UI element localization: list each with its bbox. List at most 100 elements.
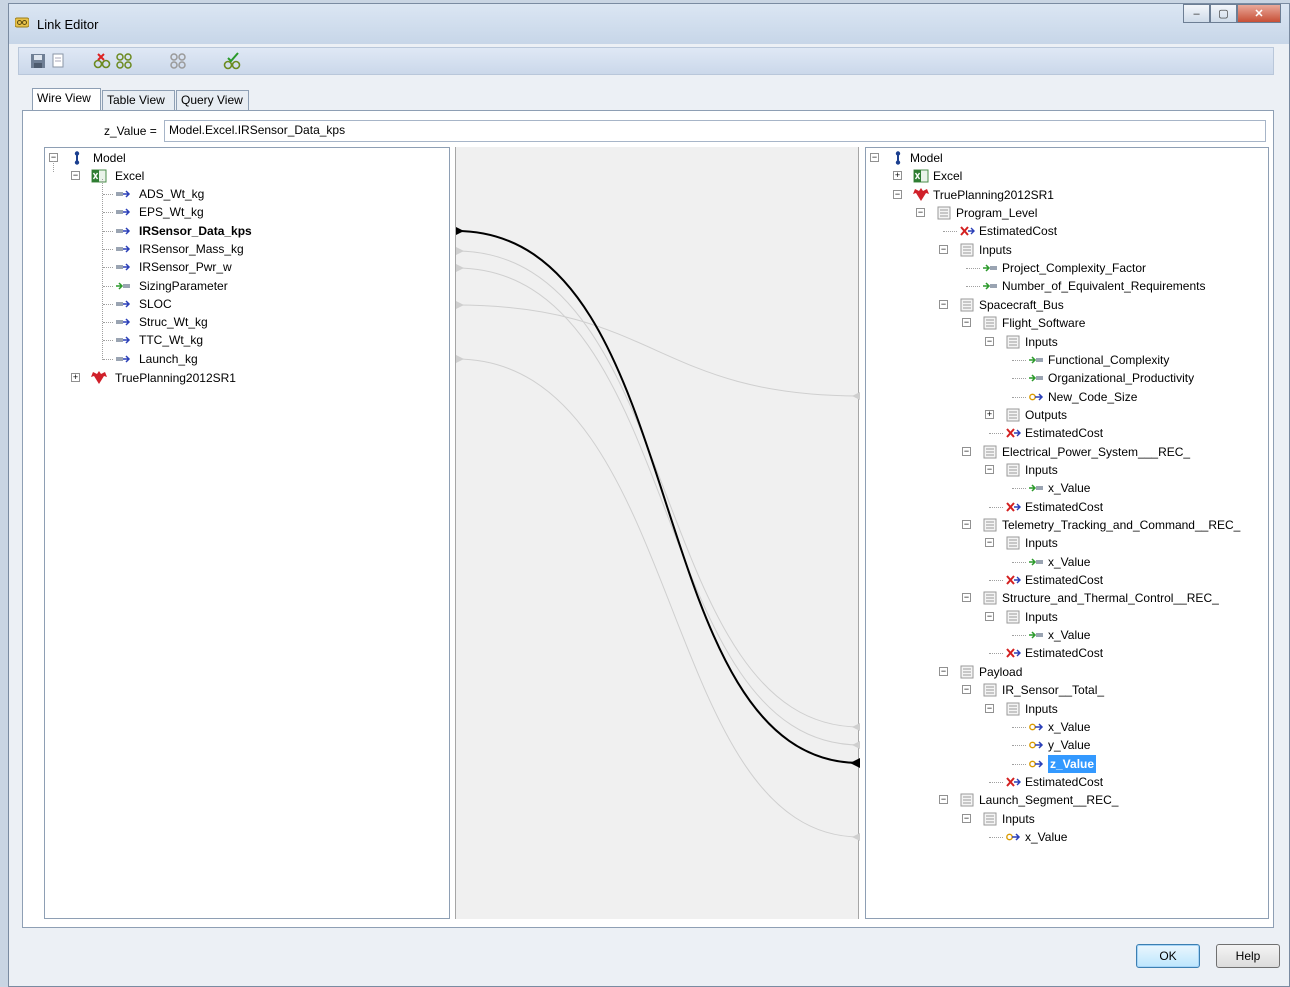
tree-label: Organizational_Productivity [1048,371,1195,386]
collapse-icon[interactable]: − [870,153,879,162]
tree-label: Payload [979,664,1023,679]
link-editor-app-icon [15,17,29,28]
source-tree-pane[interactable]: − Model − Excel ADS_Wt_kg EPS_Wt_kg IRSens… [44,147,450,919]
collapse-icon[interactable]: − [985,336,994,346]
tree-guide [103,340,113,342]
tab-wire-view[interactable]: Wire View [32,88,101,111]
collapse-icon[interactable]: − [939,299,948,309]
tree-label: Telemetry_Tracking_and_Command__REC_ [1002,518,1241,532]
tree-guide [989,506,1003,508]
collapse-icon[interactable]: − [962,813,971,823]
help-button[interactable]: Help [1216,944,1280,968]
tree-label-excel: Excel [115,169,145,183]
input-link-icon [1028,555,1044,569]
tree-label: Electrical_Power_System___REC_ [1002,444,1191,459]
tab-table-view[interactable]: Table View [102,90,175,110]
expand-icon[interactable]: + [71,373,80,382]
collapse-icon[interactable]: − [939,795,948,805]
ok-button[interactable]: OK [1136,944,1200,968]
tree-label: x_Value [1048,719,1091,734]
tree-label: EstimatedCost [1025,646,1104,661]
collapse-icon[interactable]: − [985,703,994,713]
folder-icon [936,206,952,220]
collapse-icon[interactable]: − [985,538,994,548]
collapse-icon[interactable]: − [962,685,971,695]
collapse-icon[interactable]: − [916,208,925,218]
tree-label: Inputs [1002,811,1035,826]
toolbar [18,47,1274,75]
copy-icon[interactable] [49,52,67,70]
tree-label: ADS_Wt_kg [139,187,205,201]
output-link-icon [115,333,131,347]
formula-input[interactable]: Model.Excel.IRSensor_Data_kps [164,120,1266,142]
tree-guide [103,212,113,214]
tree-label: Outputs [1025,407,1068,422]
output-link-icon [115,297,131,311]
tree-guide [103,322,113,324]
tree-label: IR_Sensor__Total_ [1002,683,1105,698]
wire-endpoint [456,355,464,363]
collapse-icon[interactable]: − [893,189,902,199]
tree-label: TTC_Wt_kg [139,333,204,348]
input-link-icon [982,261,998,275]
collapse-icon[interactable]: − [962,318,971,328]
input-link-icon [1028,628,1044,642]
tree-label: EstimatedCost [1025,573,1104,588]
tree-guide [989,433,1003,435]
close-button[interactable]: ✕ [1237,4,1281,23]
collapse-icon[interactable]: − [962,446,971,456]
tree-label-selected: z_Value [1048,754,1097,773]
formula-label: z_Value = [104,124,157,138]
expand-icon[interactable]: + [893,171,902,181]
tree-label: EstimatedCost [1025,774,1104,789]
tree-guide [102,179,103,360]
collapse-icon[interactable]: − [939,666,948,676]
tree-guide [1012,488,1026,490]
collapse-icon[interactable]: − [962,520,971,529]
window-controls: – ▢ ✕ [1183,4,1281,24]
collapse-icon[interactable]: − [962,593,971,603]
tree-label: IRSensor_Mass_kg [139,241,244,256]
link-pair-icon[interactable] [115,52,133,70]
tree-label: Program_Level [956,206,1038,221]
wire-canvas[interactable] [455,147,860,919]
wire-link [456,267,860,746]
collapse-icon[interactable]: − [939,244,948,254]
unlink-icon[interactable] [93,52,111,70]
wire-endpoint [852,392,860,400]
collapse-icon[interactable]: − [985,611,994,621]
tree-label: Inputs [1025,462,1058,477]
output-link-icon [115,352,131,366]
collapse-icon[interactable]: − [985,464,994,474]
tree-label-trueplanning: TruePlanning2012SR1 [115,371,236,385]
minimize-button[interactable]: – [1183,4,1210,23]
output-link-icon [115,224,131,238]
maximize-button[interactable]: ▢ [1210,4,1237,23]
tree-label-model: Model [93,151,126,165]
wire-endpoint [852,741,860,749]
estimated-cost-icon [1005,775,1021,789]
tree-label: Inputs [1025,701,1058,716]
estimated-cost-icon [959,224,975,238]
tree-label: Inputs [1025,536,1058,551]
save-icon[interactable] [29,52,47,70]
collapse-icon[interactable]: − [71,171,80,180]
wire-link-selected [456,230,860,764]
tree-label: Struc_Wt_kg [139,315,208,330]
expand-icon[interactable]: + [985,409,994,419]
title-bar[interactable]: Link Editor – ▢ ✕ [9,4,1289,44]
link-check-icon[interactable] [223,52,241,70]
wire-endpoint [456,227,464,235]
tree-label: EPS_Wt_kg [139,205,204,220]
tree-label: y_Value [1048,738,1091,753]
tab-query-view[interactable]: Query View [176,90,249,110]
tree-label: Inputs [979,242,1012,257]
folder-icon [982,683,998,697]
tree-label: x_Value [1048,554,1091,569]
target-tree-pane[interactable]: − Model + Excel − TruePlanning2012SR1− Program… [865,147,1269,919]
link-all-icon[interactable] [169,52,187,70]
estimated-cost-icon [1005,500,1021,514]
tree-label: x_Value [1025,829,1068,844]
tree-label: SLOC [139,296,172,311]
output-link-icon [115,242,131,256]
